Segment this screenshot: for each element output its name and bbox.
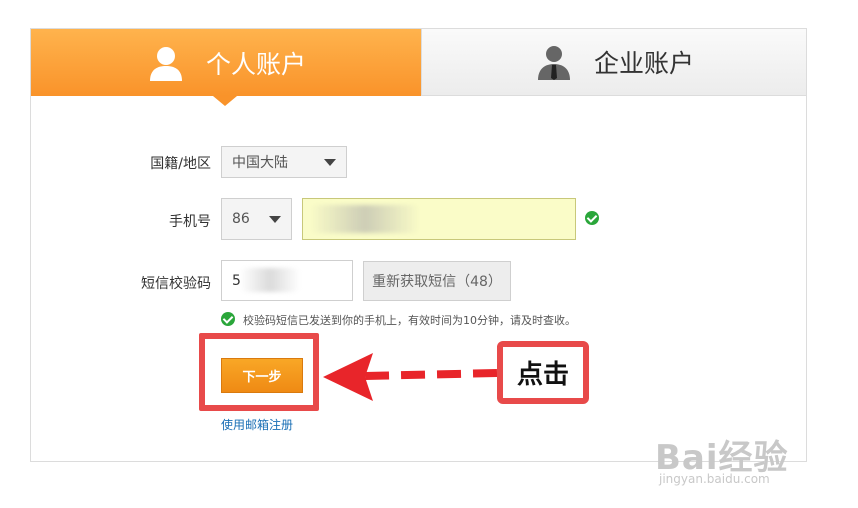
resend-sms-button[interactable]: 重新获取短信（48） [363,261,511,301]
tab-personal-label: 个人账户 [205,49,306,79]
person-icon [149,46,182,81]
phone-label: 手机号 [169,214,211,230]
click-annotation-label: 点击 [497,341,589,404]
region-label: 国籍/地区 [150,156,211,172]
chevron-down-icon [269,216,281,223]
next-step-button[interactable]: 下一步 [221,358,303,393]
redacted-phone-number [310,205,420,233]
sms-code-label: 短信校验码 [141,276,211,292]
register-by-email-link[interactable]: 使用邮箱注册 [221,416,293,433]
tab-enterprise-label: 企业账户 [593,49,694,78]
region-select[interactable]: 中国大陆 [221,146,347,178]
region-select-value: 中国大陆 [232,155,288,171]
baidu-jingyan-watermark: Bai经验 jingyan.baidu.com [655,430,789,486]
phone-valid-check-icon [585,211,599,225]
chevron-down-icon [324,159,336,166]
tab-enterprise-account[interactable]: 企业账户 [421,29,806,96]
tab-personal-account[interactable]: 个人账户 [31,29,421,106]
country-code-select[interactable]: 86 [221,198,292,240]
account-type-tabs: 个人账户 企业账户 [31,29,806,106]
watermark-url: jingyan.baidu.com [659,472,770,486]
sms-sent-notice: 校验码短信已发送到你的手机上，有效时间为10分钟，请及时查收。 [243,314,576,327]
business-person-icon [537,46,570,80]
country-code-value: 86 [232,211,250,227]
sms-sent-check-icon [221,312,235,326]
redacted-sms-code [240,268,300,292]
annotation-arrow [323,353,498,401]
active-tab-pointer [213,96,237,106]
